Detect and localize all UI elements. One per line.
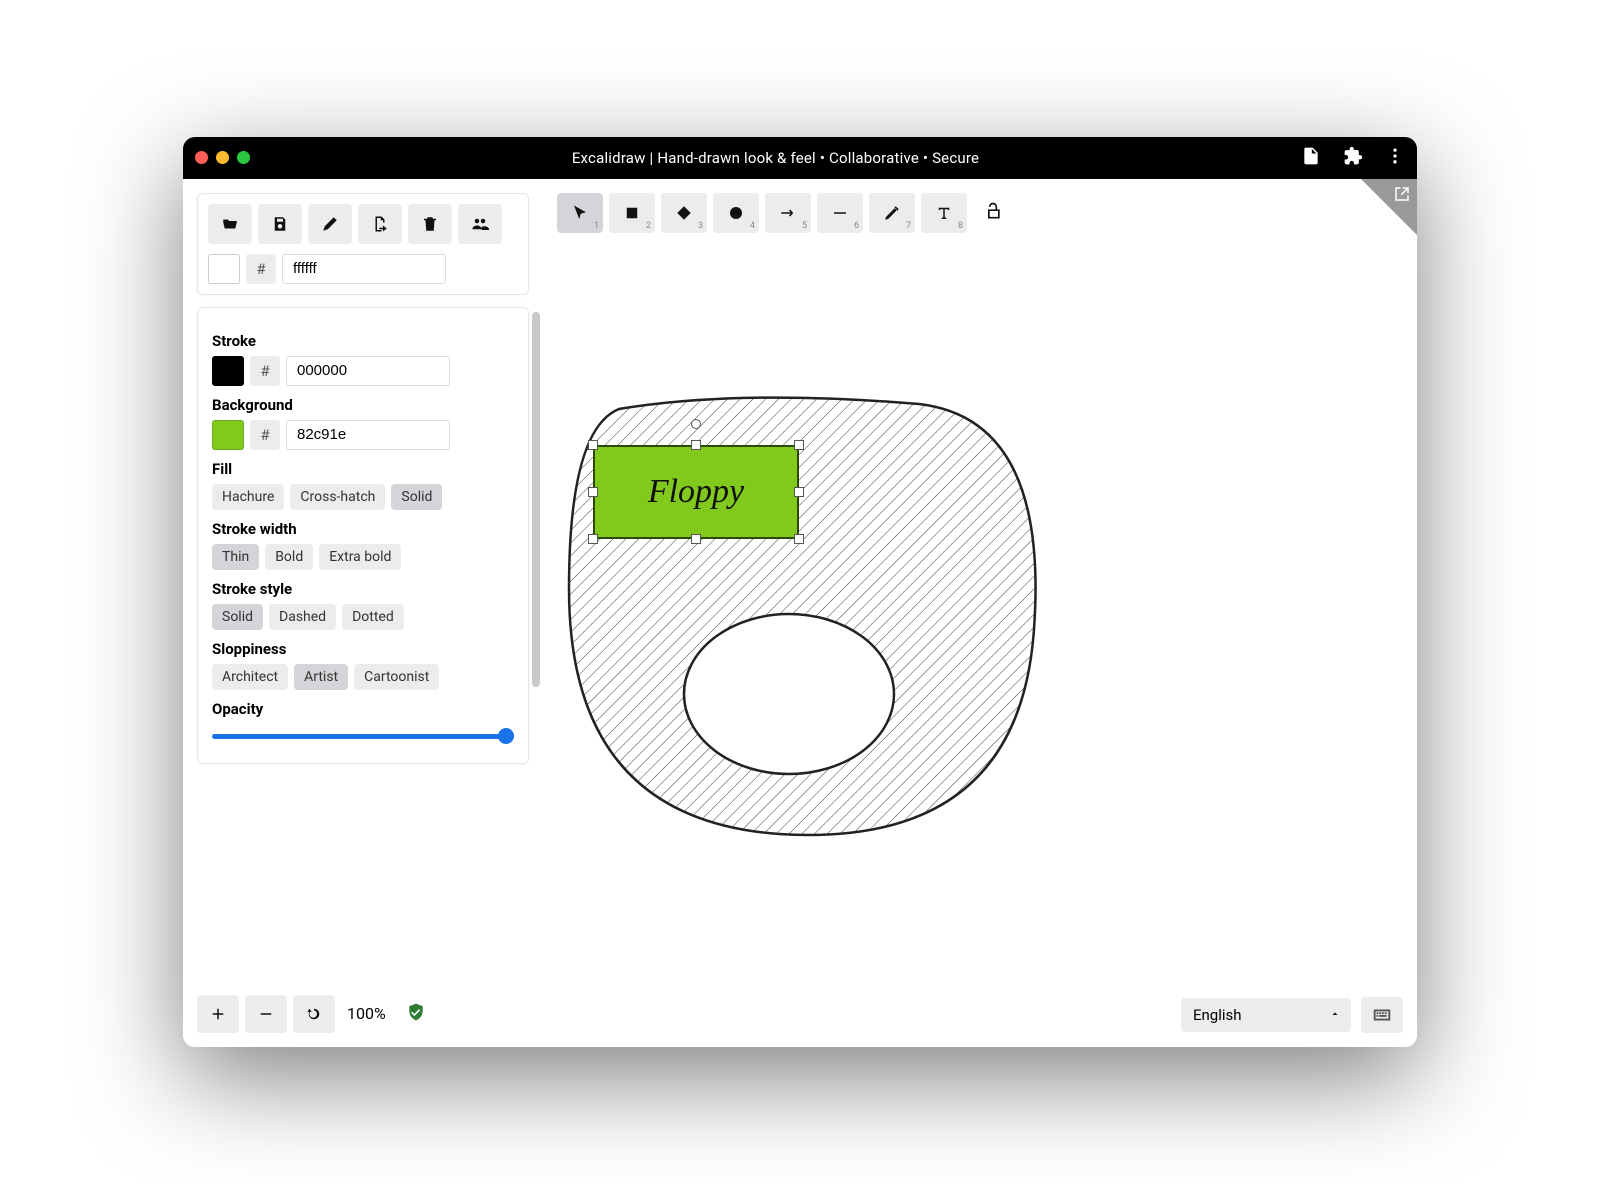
tool-selection[interactable]: 1 [557, 193, 603, 233]
keyboard-button[interactable] [1361, 997, 1403, 1033]
resize-handle-nw[interactable] [588, 440, 598, 450]
save-as-button[interactable] [308, 204, 352, 244]
tool-arrow[interactable]: 5 [765, 193, 811, 233]
sw-thin[interactable]: Thin [212, 544, 259, 570]
background-color-input[interactable] [286, 420, 450, 450]
tool-diamond[interactable]: 3 [661, 193, 707, 233]
stroke-color-input[interactable] [286, 356, 450, 386]
fill-hachure[interactable]: Hachure [212, 484, 284, 510]
hash-label: # [250, 356, 280, 386]
resize-handle-se[interactable] [794, 534, 804, 544]
zoom-bar: 100% [197, 995, 426, 1033]
language-label: English [1193, 1006, 1242, 1024]
tool-draw[interactable]: 7 [869, 193, 915, 233]
properties-panel: Stroke # Background # Fill Hachure [197, 307, 529, 764]
export-button[interactable] [358, 204, 402, 244]
zoom-reset-button[interactable] [293, 995, 335, 1033]
lock-button[interactable] [983, 201, 1003, 225]
minimize-window-button[interactable] [216, 151, 229, 164]
background-heading: Background [212, 396, 514, 414]
ss-solid[interactable]: Solid [212, 604, 263, 630]
titlebar: Excalidraw | Hand-drawn look & feel • Co… [183, 137, 1417, 179]
fill-options: Hachure Cross-hatch Solid [212, 484, 514, 510]
window-title: Excalidraw | Hand-drawn look & feel • Co… [250, 149, 1301, 167]
tool-rectangle[interactable]: 2 [609, 193, 655, 233]
app-body: Floppy 1 [183, 179, 1417, 1047]
resize-handle-w[interactable] [588, 487, 598, 497]
library-icon[interactable] [1393, 185, 1411, 207]
tool-text[interactable]: 8 [921, 193, 967, 233]
shield-icon[interactable] [406, 1002, 426, 1026]
opacity-slider[interactable] [212, 734, 514, 739]
caret-up-icon [1329, 1006, 1341, 1024]
tool-line[interactable]: 6 [817, 193, 863, 233]
titlebar-actions [1301, 146, 1405, 170]
maximize-window-button[interactable] [237, 151, 250, 164]
traffic-lights [195, 151, 250, 164]
fill-heading: Fill [212, 460, 514, 478]
rotation-handle[interactable] [691, 419, 701, 429]
sw-extrabold[interactable]: Extra bold [319, 544, 401, 570]
stroke-width-options: Thin Bold Extra bold [212, 544, 514, 570]
resize-handle-n[interactable] [691, 440, 701, 450]
stroke-width-heading: Stroke width [212, 520, 514, 538]
save-button[interactable] [258, 204, 302, 244]
left-panel: # Stroke # Background # [197, 193, 529, 764]
stroke-swatch[interactable] [212, 356, 244, 386]
resize-handle-s[interactable] [691, 534, 701, 544]
shape-text: Floppy [648, 473, 744, 511]
zoom-in-button[interactable] [197, 995, 239, 1033]
tool-ellipse[interactable]: 4 [713, 193, 759, 233]
resize-handle-sw[interactable] [588, 534, 598, 544]
bottom-right-bar: English [1181, 997, 1403, 1033]
hash-label: # [250, 420, 280, 450]
clear-canvas-button[interactable] [408, 204, 452, 244]
sl-architect[interactable]: Architect [212, 664, 288, 690]
fill-solid[interactable]: Solid [391, 484, 442, 510]
sl-artist[interactable]: Artist [294, 664, 348, 690]
sloppiness-heading: Sloppiness [212, 640, 514, 658]
background-swatch[interactable] [212, 420, 244, 450]
stroke-style-heading: Stroke style [212, 580, 514, 598]
document-icon[interactable] [1301, 146, 1321, 170]
stroke-style-options: Solid Dashed Dotted [212, 604, 514, 630]
canvas-bg-input[interactable] [282, 254, 446, 284]
stroke-heading: Stroke [212, 332, 514, 350]
extensions-icon[interactable] [1343, 146, 1363, 170]
ss-dashed[interactable]: Dashed [269, 604, 336, 630]
sw-bold[interactable]: Bold [265, 544, 313, 570]
hash-label: # [246, 254, 276, 284]
canvas-bg-swatch[interactable] [208, 254, 240, 284]
selected-shape[interactable]: Floppy [593, 445, 799, 539]
resize-handle-e[interactable] [794, 487, 804, 497]
opacity-heading: Opacity [212, 700, 514, 718]
selected-rectangle[interactable]: Floppy [593, 445, 799, 539]
sloppiness-options: Architect Artist Cartoonist [212, 664, 514, 690]
file-section: # [197, 193, 529, 295]
resize-handle-ne[interactable] [794, 440, 804, 450]
app-window: Excalidraw | Hand-drawn look & feel • Co… [183, 137, 1417, 1047]
fill-crosshatch[interactable]: Cross-hatch [290, 484, 385, 510]
zoom-out-button[interactable] [245, 995, 287, 1033]
language-select[interactable]: English [1181, 998, 1351, 1032]
shape-toolbar: 1 2 3 4 5 [557, 193, 1003, 233]
ss-dotted[interactable]: Dotted [342, 604, 404, 630]
more-icon[interactable] [1385, 146, 1405, 170]
zoom-level: 100% [347, 1004, 386, 1023]
close-window-button[interactable] [195, 151, 208, 164]
open-button[interactable] [208, 204, 252, 244]
sl-cartoonist[interactable]: Cartoonist [354, 664, 439, 690]
panel-scrollbar[interactable] [532, 312, 540, 687]
collaboration-button[interactable] [458, 204, 502, 244]
